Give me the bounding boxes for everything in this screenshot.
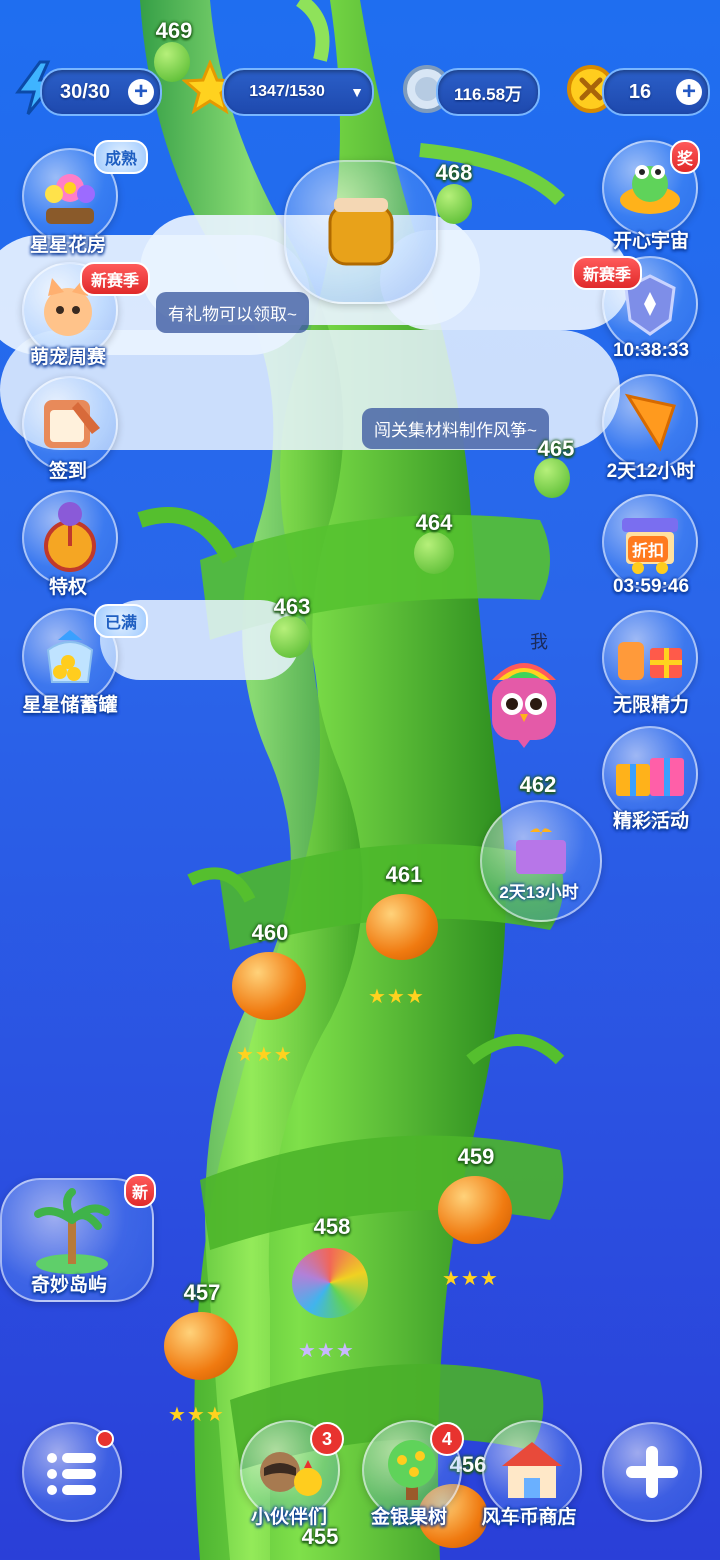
stars-value: 1347/1530 bbox=[249, 83, 325, 100]
level-number: 463 bbox=[273, 594, 311, 619]
windmill-coins-value: 16 bbox=[628, 80, 652, 103]
island-label: 奇妙岛屿 bbox=[30, 1275, 107, 1296]
piggy-bank-tag: 已满 bbox=[94, 604, 149, 638]
level-number: 458 bbox=[313, 1214, 351, 1239]
gift-timer: 2天13小时 bbox=[499, 883, 579, 902]
level-number: 468 bbox=[435, 160, 473, 185]
owl-wheel-icon bbox=[44, 502, 96, 572]
privilege-label: 特权 bbox=[48, 577, 87, 598]
pet-weekly-label: 萌宠周赛 bbox=[29, 347, 106, 368]
partners-badge: 3 bbox=[310, 1422, 344, 1456]
level-node[interactable] bbox=[414, 532, 454, 574]
add-button[interactable] bbox=[602, 1422, 702, 1522]
level-node[interactable] bbox=[164, 1312, 238, 1380]
kite-timer: 2天12小时 bbox=[606, 461, 696, 482]
level-number: 465 bbox=[537, 436, 575, 461]
windmill-add-button[interactable]: + bbox=[676, 79, 702, 105]
coins-bar[interactable]: 116.58万 bbox=[436, 68, 540, 116]
island-tag: 新 bbox=[124, 1174, 157, 1208]
checkin-label: 签到 bbox=[48, 461, 87, 482]
level-node[interactable] bbox=[292, 1248, 368, 1318]
chevron-down-icon[interactable]: ▼ bbox=[350, 84, 364, 100]
discount-sign: 折扣 bbox=[628, 536, 669, 562]
level-node[interactable] bbox=[270, 616, 310, 658]
level-stars: ★★★ bbox=[368, 986, 425, 1008]
level-node[interactable] bbox=[232, 952, 306, 1020]
stars-bar[interactable]: 1347/1530 ▼ bbox=[222, 68, 374, 116]
flower-house-tag: 成熟 bbox=[94, 140, 149, 174]
notification-dot bbox=[96, 1430, 114, 1448]
level-stars: ★★★ bbox=[298, 1340, 355, 1362]
windmill-coins-bar[interactable]: 16 + bbox=[602, 68, 710, 116]
level-number: 457 bbox=[183, 1280, 221, 1305]
discount-timer: 03:59:46 bbox=[612, 576, 690, 597]
level-number: 469 bbox=[155, 18, 193, 43]
kite-icon bbox=[624, 393, 676, 452]
flower-house-label: 星星花房 bbox=[29, 235, 106, 256]
level-node[interactable] bbox=[154, 42, 190, 82]
unlimited-energy-label: 无限精力 bbox=[612, 695, 689, 716]
energy-bar[interactable]: 30/30 + bbox=[40, 68, 162, 116]
level-stars: ★★★ bbox=[442, 1268, 499, 1290]
level-node[interactable] bbox=[534, 458, 570, 498]
level-number: 462 bbox=[519, 772, 557, 797]
plus-icon bbox=[626, 1446, 678, 1498]
level-node[interactable] bbox=[436, 184, 472, 224]
level-node[interactable] bbox=[438, 1176, 512, 1244]
happy-universe-tag: 奖 bbox=[670, 140, 701, 174]
energy-value: 30/30 bbox=[59, 80, 111, 103]
money-tree-badge: 4 bbox=[430, 1422, 464, 1456]
season-tag: 新赛季 bbox=[572, 256, 643, 290]
level-number: 464 bbox=[415, 510, 453, 535]
level-number: 461 bbox=[385, 862, 423, 887]
coins-value: 116.58万 bbox=[453, 84, 523, 104]
owl-avatar-icon[interactable] bbox=[484, 650, 564, 750]
level-node[interactable] bbox=[366, 894, 438, 960]
pet-weekly-tag: 新赛季 bbox=[80, 262, 151, 296]
level-stars: ★★★ bbox=[168, 1404, 225, 1426]
level-number: 459 bbox=[457, 1144, 495, 1169]
level-number: 460 bbox=[251, 920, 289, 945]
shop-label: 风车币商店 bbox=[481, 1507, 577, 1528]
energy-add-button[interactable]: + bbox=[128, 79, 154, 105]
level-stars: ★★★ bbox=[236, 1044, 293, 1066]
piggy-bank-label: 星星储蓄罐 bbox=[22, 695, 118, 716]
season-timer: 10:38:33 bbox=[612, 340, 690, 361]
happy-universe-label: 开心宇宙 bbox=[612, 231, 689, 252]
gift-bubble[interactable] bbox=[480, 800, 602, 922]
